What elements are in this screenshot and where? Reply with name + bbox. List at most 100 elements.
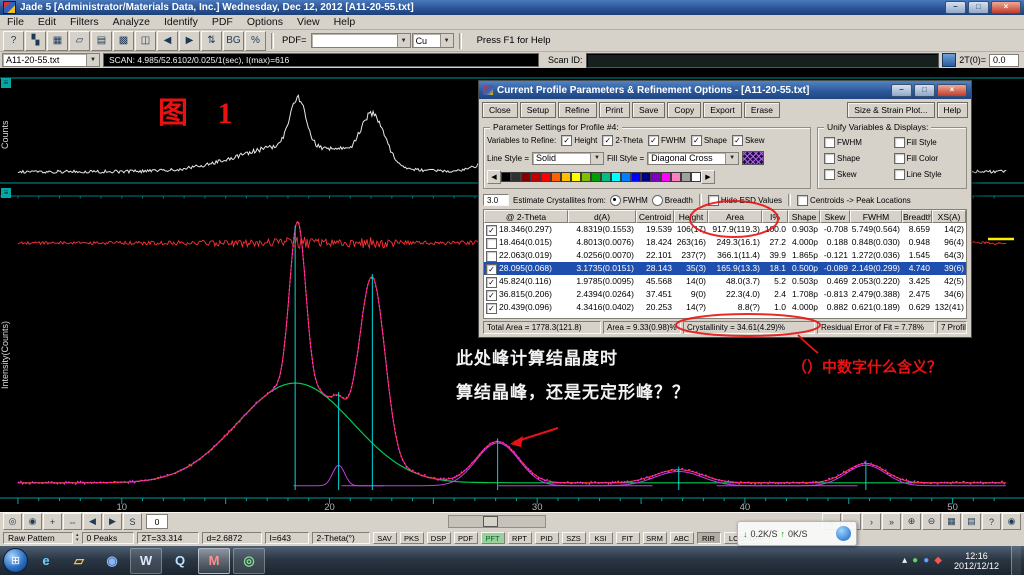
prev-view-icon[interactable]: ◀ <box>83 513 102 530</box>
window-titlebar[interactable]: Jade 5 [Administrator/Materials Data, In… <box>0 0 1024 15</box>
menu-item[interactable]: Help <box>327 16 363 28</box>
dialog-button[interactable]: Setup <box>519 102 556 118</box>
unify-checkbox[interactable]: FWHM <box>824 137 894 148</box>
dialog-button[interactable]: Close <box>482 102 518 118</box>
expand-icon[interactable]: + <box>43 513 62 530</box>
fill-style-combo[interactable]: Diagonal Cross ▼ <box>647 151 740 165</box>
palette-color-cell[interactable] <box>561 172 571 182</box>
two-theta-zero-value[interactable]: 0.0 <box>989 53 1019 67</box>
palette-color-cell[interactable] <box>541 172 551 182</box>
status-toggle-button[interactable]: ABC <box>669 532 694 544</box>
taskbar-folder-icon[interactable]: ▱ <box>64 549 94 573</box>
help-icon[interactable]: ? <box>3 30 24 51</box>
swap-axes-icon[interactable]: ⇅ <box>201 30 222 51</box>
palette-color-cell[interactable] <box>651 172 661 182</box>
grid-icon[interactable]: ▦ <box>942 513 961 530</box>
line-style-combo[interactable]: Solid ▼ <box>532 151 605 165</box>
background-icon[interactable]: BG <box>223 30 244 51</box>
palette-color-cell[interactable] <box>521 172 531 182</box>
zoom-in-icon[interactable]: ⊕ <box>902 513 921 530</box>
bottom-panel-gadget-icon[interactable]: ≡ <box>1 188 11 198</box>
table-row[interactable]: 22.063(0.019) 4.0256(0.0070) 22.101 237(… <box>484 249 966 262</box>
status-toggle-button[interactable]: PDF <box>453 532 478 544</box>
file-combo[interactable]: A11-20-55.txt ▼ <box>2 53 100 67</box>
overlay-icon[interactable]: ▩ <box>113 30 134 51</box>
dialog-button[interactable]: Help <box>936 102 968 118</box>
thumbnail-icon[interactable]: ▦ <box>47 30 68 51</box>
menu-item[interactable]: Edit <box>31 16 63 28</box>
estimate-radio[interactable]: Breadth <box>651 194 693 206</box>
taskbar-jade-icon[interactable]: M <box>198 547 230 574</box>
palette-color-cell[interactable] <box>661 172 671 182</box>
table-column-header[interactable]: Skew <box>820 210 850 223</box>
unify-checkbox[interactable]: Line Style <box>893 169 964 180</box>
menu-item[interactable]: PDF <box>205 16 240 28</box>
close-button[interactable]: × <box>991 1 1021 14</box>
taskbar-clock[interactable]: 12:16 2012/12/12 <box>947 551 1006 571</box>
row-checkbox[interactable] <box>486 238 497 249</box>
top-panel-gadget-icon[interactable]: ≡ <box>1 78 11 88</box>
palette-right-button[interactable]: ▶ <box>701 170 715 184</box>
status-toggle-button[interactable]: PID <box>534 532 559 544</box>
refine-variable-checkbox[interactable]: ✓ FWHM <box>647 135 686 146</box>
status-toggle-button[interactable]: DSP <box>426 532 451 544</box>
scan-id-field[interactable] <box>585 52 940 68</box>
next-page-icon[interactable]: › <box>862 513 881 530</box>
centroids-checkbox[interactable]: Centroids -> Peak Locations <box>797 194 911 206</box>
status-toggle-button[interactable]: PFT <box>480 532 505 544</box>
table-row[interactable]: ✓ 18.346(0.297) 4.8319(0.1553) 19.539 10… <box>484 223 966 236</box>
status-toggle-button[interactable]: SRM <box>642 532 667 544</box>
menu-item[interactable]: Identify <box>157 16 205 28</box>
maximize-button[interactable]: □ <box>968 1 989 14</box>
target-icon[interactable]: ◉ <box>1002 513 1021 530</box>
pan-icon[interactable]: ⇔ <box>63 513 82 530</box>
dropdown-arrow-icon[interactable]: ▼ <box>725 152 739 164</box>
palette-color-cell[interactable] <box>621 172 631 182</box>
palette-left-button[interactable]: ◀ <box>487 170 501 184</box>
table-column-header[interactable]: Area <box>708 210 762 223</box>
dialog-button[interactable]: Save <box>632 102 666 118</box>
open-folder-icon[interactable]: ▱ <box>69 30 90 51</box>
refine-variable-checkbox[interactable]: ✓ Height <box>561 135 597 146</box>
zoom-out-icon[interactable]: ⊖ <box>922 513 941 530</box>
status-toggle-button[interactable]: PKS <box>399 532 424 544</box>
pattern-toggle-icon[interactable]: ▚ <box>25 30 46 51</box>
dropdown-arrow-icon[interactable]: ▼ <box>590 152 604 164</box>
anode-combo[interactable]: Cu ▼ <box>411 33 454 48</box>
start-button[interactable]: ⊞ <box>3 548 28 573</box>
dialog-button[interactable]: Refine <box>557 102 597 118</box>
dialog-button[interactable]: Export <box>703 102 742 118</box>
palette-color-cell[interactable] <box>511 172 521 182</box>
pattern-spinner[interactable]: ▴ ▾ <box>76 533 79 543</box>
table-column-header[interactable]: Height <box>674 210 708 223</box>
crystallite-threshold-input[interactable]: 3.0 <box>483 194 509 206</box>
status-toggle-button[interactable]: RPT <box>507 532 532 544</box>
row-checkbox[interactable]: ✓ <box>486 225 497 236</box>
palette-color-cell[interactable] <box>551 172 561 182</box>
palette-color-cell[interactable] <box>681 172 691 182</box>
table-column-header[interactable]: @ 2-Theta <box>484 210 568 223</box>
taskbar-media-icon[interactable]: ◉ <box>97 549 127 573</box>
table-row[interactable]: ✓ 36.815(0.206) 2.4394(0.0264) 37.451 9(… <box>484 288 966 301</box>
row-checkbox[interactable]: ✓ <box>486 264 497 275</box>
report-icon[interactable]: ▤ <box>962 513 981 530</box>
unify-checkbox[interactable]: Skew <box>824 169 894 180</box>
dialog-close-button[interactable]: × <box>937 83 967 97</box>
minimize-button[interactable]: – <box>945 1 966 14</box>
table-column-header[interactable]: I% <box>762 210 788 223</box>
dropdown-arrow-icon[interactable]: ▼ <box>439 34 453 47</box>
table-column-header[interactable]: FWHM <box>850 210 902 223</box>
dropdown-arrow-icon[interactable]: ▼ <box>86 54 99 66</box>
menu-item[interactable]: File <box>0 16 31 28</box>
dialog-button[interactable]: Size & Strain Plot... <box>847 102 935 118</box>
palette-color-cell[interactable] <box>691 172 701 182</box>
menu-item[interactable]: Options <box>240 16 290 28</box>
table-column-header[interactable]: d(A) <box>568 210 636 223</box>
palette-color-cell[interactable] <box>641 172 651 182</box>
unify-checkbox[interactable]: Fill Style <box>893 137 964 148</box>
palette-color-cell[interactable] <box>591 172 601 182</box>
zoom-slider[interactable] <box>447 515 546 528</box>
status-toggle-button[interactable]: RIR <box>696 532 721 544</box>
unify-checkbox[interactable]: Fill Color <box>893 153 964 164</box>
menu-item[interactable]: View <box>290 16 327 28</box>
